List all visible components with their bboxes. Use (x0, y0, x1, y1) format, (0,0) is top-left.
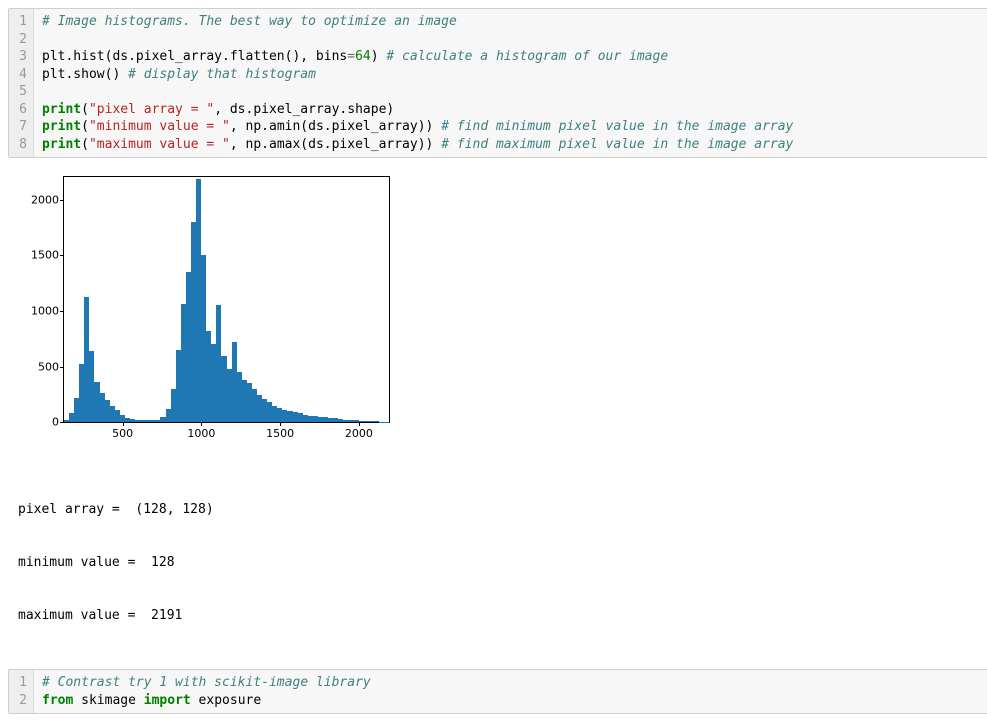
y-tick-mark (60, 255, 64, 256)
line-number: 8 (13, 136, 27, 154)
x-tick-label: 1000 (187, 427, 215, 440)
y-tick-label: 1500 (19, 249, 59, 262)
code-cell-1: 12345678 # Image histograms. The best wa… (8, 8, 987, 158)
y-tick-mark (60, 367, 64, 368)
code-body[interactable]: # Image histograms. The best way to opti… (34, 9, 987, 157)
code-line: plt.hist(ds.pixel_array.flatten(), bins=… (42, 48, 986, 66)
code-line: # Contrast try 1 with scikit-image libra… (42, 674, 986, 692)
code-line (42, 31, 986, 49)
line-number: 5 (13, 83, 27, 101)
plot-axes: 0500100015002000500100015002000 (63, 176, 390, 423)
histogram-chart: 0 500 1000 1500 2000 500 1000 1500 2000 (18, 176, 388, 458)
code-line: plt.show() # display that histogram (42, 66, 986, 84)
line-number: 1 (13, 13, 27, 31)
code-body[interactable]: # Contrast try 1 with scikit-image libra… (34, 670, 987, 713)
y-tick-mark (60, 200, 64, 201)
x-tick-label: 2000 (345, 427, 373, 440)
stdout-line: maximum value = 2191 (18, 607, 987, 625)
y-tick-label: 500 (19, 360, 59, 373)
line-number: 7 (13, 118, 27, 136)
code-line: # Image histograms. The best way to opti… (42, 13, 986, 31)
code-line: print("maximum value = ", np.amax(ds.pix… (42, 136, 986, 154)
stdout-text: pixel array = (128, 128) minimum value =… (18, 466, 987, 659)
y-tick-label: 0 (19, 416, 59, 429)
y-tick-mark (60, 311, 64, 312)
stdout-line: pixel array = (128, 128) (18, 501, 987, 519)
line-gutter: 12 (9, 670, 34, 713)
x-tick-mark (123, 422, 124, 426)
x-tick-label: 500 (112, 427, 133, 440)
x-tick-mark (359, 422, 360, 426)
line-number: 3 (13, 48, 27, 66)
line-number: 1 (13, 674, 27, 692)
y-tick-label: 1000 (19, 305, 59, 318)
y-tick-label: 2000 (19, 193, 59, 206)
line-number: 2 (13, 31, 27, 49)
x-tick-label: 1500 (266, 427, 294, 440)
x-tick-mark (201, 422, 202, 426)
line-gutter: 12345678 (9, 9, 34, 157)
x-tick-mark (280, 422, 281, 426)
y-tick-mark (60, 422, 64, 423)
line-number: 2 (13, 692, 27, 710)
code-line: from skimage import exposure (42, 692, 986, 710)
line-number: 6 (13, 101, 27, 119)
code-line (42, 83, 986, 101)
code-line: print("minimum value = ", np.amin(ds.pix… (42, 118, 986, 136)
line-number: 4 (13, 66, 27, 84)
stdout-line: minimum value = 128 (18, 554, 987, 572)
code-line: print("pixel array = ", ds.pixel_array.s… (42, 101, 986, 119)
output-area: 0 500 1000 1500 2000 500 1000 1500 2000 pixel ar… (8, 164, 987, 669)
code-cell-2: 12 # Contrast try 1 with scikit-image li… (8, 669, 987, 714)
